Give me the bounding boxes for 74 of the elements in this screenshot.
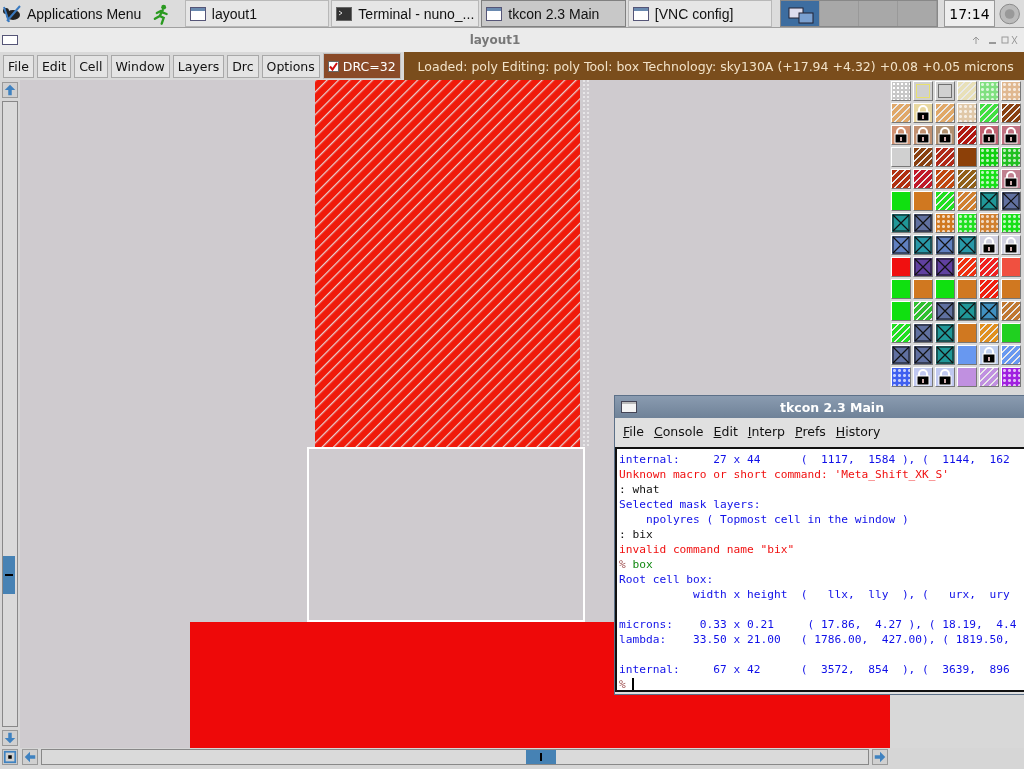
console-text-area[interactable] [615, 447, 1024, 692]
menu-button[interactable]: Edit [36, 54, 72, 78]
layer-swatch[interactable] [891, 213, 911, 233]
menu-button[interactable]: Layers [172, 54, 225, 78]
layer-swatch[interactable] [957, 301, 977, 321]
window-icon [2, 35, 18, 45]
terminal-icon [336, 6, 353, 21]
layer-swatch[interactable] [979, 301, 999, 321]
horizontal-scrollbar[interactable] [41, 749, 869, 765]
status-bar: Loaded: poly Editing: poly Tool: box Technology: sky130A (+17.94 +4.32) +0.08 +0.05 microns [403, 52, 1024, 80]
console-output: lambda: 33.50 x 21.00 ( 1786.00, 427.00), ( 1819.50, [619, 632, 1011, 647]
power-icon[interactable] [996, 1, 1022, 26]
layer-swatch[interactable] [979, 191, 999, 211]
applications-menu[interactable]: Applications Menu [0, 0, 146, 27]
console-output: Root cell box: [619, 572, 715, 587]
workspace-pager[interactable] [780, 0, 939, 27]
layer-swatch[interactable] [935, 323, 955, 343]
window-icon [189, 6, 206, 21]
scroll-right-icon[interactable] [872, 749, 888, 765]
scroll-thumb[interactable] [526, 750, 556, 764]
console-echo-text: : bix [619, 527, 654, 542]
taskbar-button[interactable]: layout1 [184, 0, 330, 27]
menu-item[interactable]: Interp [743, 421, 790, 441]
menu-button[interactable]: Cell [74, 54, 108, 78]
layer-swatch[interactable] [913, 345, 933, 365]
taskbar-button[interactable]: tkcon 2.3 Main [481, 0, 626, 27]
menu-item[interactable]: History [831, 421, 885, 441]
menu-button[interactable]: Drc [227, 54, 259, 78]
scroll-up-icon[interactable] [2, 82, 18, 98]
layer-swatch[interactable] [913, 235, 933, 255]
console-output: Selected mask layers: [619, 497, 762, 512]
taskbar-button[interactable]: [VNC config] [627, 0, 773, 27]
menu-item[interactable]: Edit [709, 421, 742, 441]
layer-swatch[interactable] [913, 323, 933, 343]
window-icon [486, 6, 503, 21]
taskbar-button[interactable]: Terminal - nuno_... [331, 0, 480, 27]
layer-swatch[interactable] [891, 345, 911, 365]
window-controls-icon[interactable] [972, 34, 1018, 46]
drc-checkbox[interactable]: DRC=32 [322, 53, 401, 79]
menu-item[interactable]: Prefs [791, 421, 830, 441]
menu-button[interactable]: Options [261, 54, 320, 78]
console-output: microns: 0.33 x 0.21 ( 17.86, 4.27 ), ( 18.19, 4.4 [619, 617, 1018, 632]
layer-swatch[interactable] [913, 257, 933, 277]
layer-swatch[interactable] [891, 235, 911, 255]
menu-item[interactable]: File [619, 421, 648, 441]
layer-swatch[interactable] [1001, 191, 1021, 211]
text-cursor [631, 677, 634, 690]
layer-swatch[interactable] [957, 235, 977, 255]
console-output: internal: 27 x 44 ( 1117, 1584 ), ( 1144, 162 [619, 452, 1011, 467]
console-prompt: % [619, 677, 626, 690]
menu-item[interactable]: Console [649, 421, 708, 441]
console-output: width x height ( llx, lly ), ( urx, ury [692, 587, 1011, 602]
layer-swatch[interactable] [913, 213, 933, 233]
scroll-thumb[interactable] [3, 556, 15, 594]
layer-swatch[interactable] [935, 345, 955, 365]
window-icon [621, 401, 637, 413]
window-icon [632, 6, 649, 21]
clock[interactable]: 17:14 [944, 0, 995, 27]
console-output: invalid command name "bix" [619, 542, 796, 557]
menu-button[interactable]: Window [110, 54, 170, 78]
console-output: npolyres ( Topmost cell in the window ) [644, 512, 910, 527]
mouse-logo-icon [2, 3, 24, 24]
console-output: Unknown macro or short command: 'Meta_Shift_XK_S' [619, 467, 951, 482]
zoom-fit-icon[interactable] [2, 749, 18, 765]
console-echo-text: : what [619, 482, 661, 497]
window-title: tkcon 2.3 Main [778, 399, 886, 415]
menu-button[interactable]: File [3, 54, 34, 78]
layer-swatch[interactable] [935, 235, 955, 255]
console-output: internal: 67 x 42 ( 3572, 854 ), ( 3639, 896 [619, 662, 1011, 677]
layer-swatch[interactable] [935, 301, 955, 321]
console-command-text: % box [619, 557, 654, 572]
vertical-scrollbar[interactable] [2, 101, 18, 727]
layer-swatch[interactable] [935, 257, 955, 277]
window-title: layout1 [468, 33, 522, 47]
